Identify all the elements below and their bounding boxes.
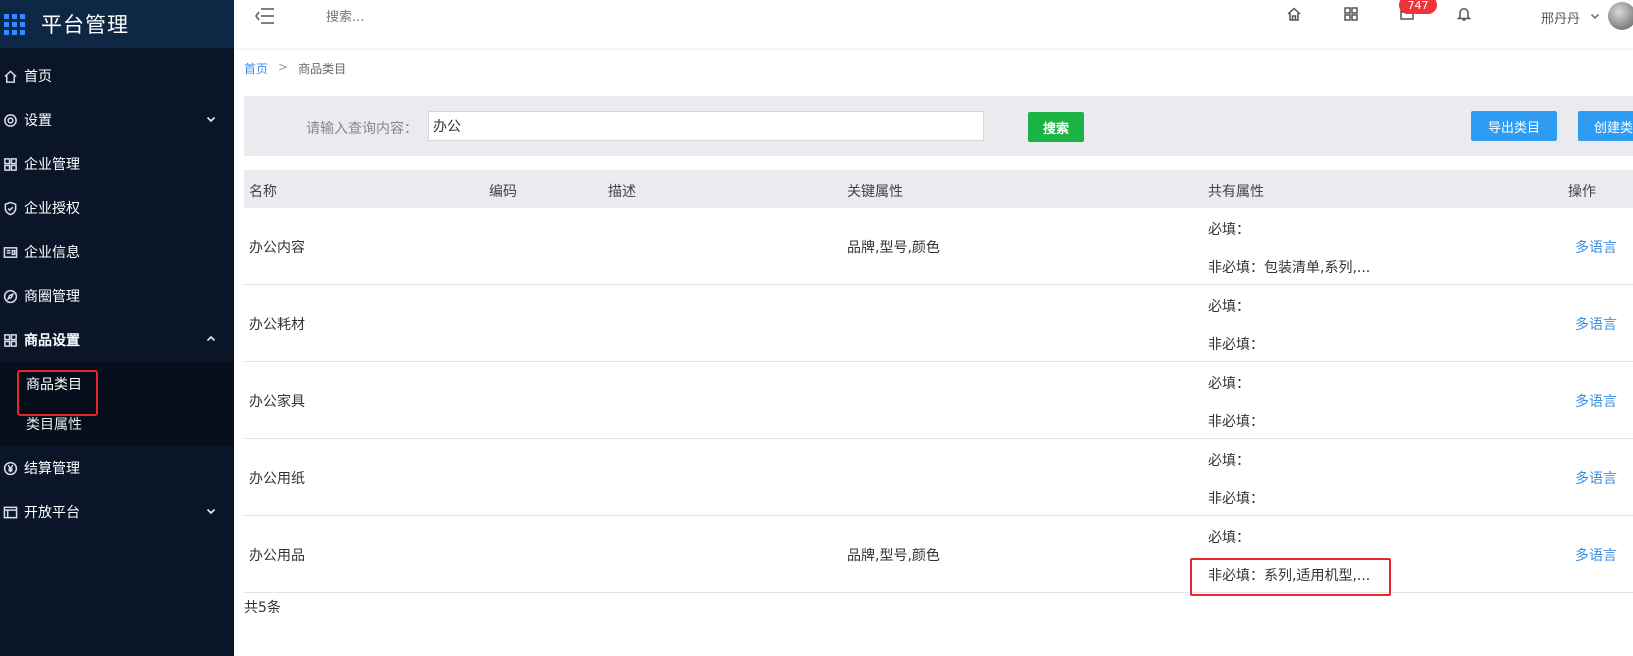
cell-name: 办公家具 xyxy=(249,394,305,410)
query-label: 请输入查询内容： xyxy=(306,121,418,137)
sidebar-item-open-platform[interactable]: 开放平台 xyxy=(0,490,234,534)
home-icon xyxy=(0,69,24,84)
cell-optional-attributes: 非必填： xyxy=(1208,491,1264,507)
category-table: 名称 编码 描述 关键属性 共有属性 操作 办公内容 品牌,型号,颜色 必填： … xyxy=(244,170,1633,593)
table-row: 办公家具 必填： 非必填： 多语言 xyxy=(244,362,1633,439)
cell-required-attributes: 必填： xyxy=(1208,222,1250,238)
chevron-down-icon xyxy=(206,504,216,520)
home-icon[interactable] xyxy=(1286,6,1304,24)
breadcrumb: 首页 > 商品类目 xyxy=(244,60,346,77)
column-header-description: 描述 xyxy=(608,184,636,200)
create-category-button[interactable]: 创建类目 xyxy=(1578,111,1633,141)
search-button[interactable]: 搜索 xyxy=(1028,112,1084,142)
app-title: 平台管理 xyxy=(41,13,129,37)
cell-highlight-box xyxy=(1190,558,1391,596)
table-row: 办公用品 品牌,型号,颜色 必填： 非必填：系列,适用机型,... 多语言 xyxy=(244,516,1633,593)
cell-name: 办公用纸 xyxy=(249,471,305,487)
user-name[interactable]: 邢丹丹 xyxy=(1541,8,1580,27)
sidebar-item-business-circle[interactable]: 商圈管理 xyxy=(0,274,234,318)
export-category-button[interactable]: 导出类目 xyxy=(1471,111,1557,141)
cell-required-attributes: 必填： xyxy=(1208,299,1250,315)
gear-icon xyxy=(0,113,24,128)
app-grid-icon xyxy=(4,13,25,35)
sidebar-item-label: 商品设置 xyxy=(24,333,80,349)
breadcrumb-current: 商品类目 xyxy=(298,62,347,76)
query-input[interactable] xyxy=(428,111,984,141)
table-row: 办公耗材 必填： 非必填： 多语言 xyxy=(244,285,1633,362)
shield-icon xyxy=(0,201,24,216)
multilanguage-link[interactable]: 多语言 xyxy=(1575,237,1617,257)
sidebar-item-settlement[interactable]: 结算管理 xyxy=(0,446,234,490)
breadcrumb-home-link[interactable]: 首页 xyxy=(244,60,268,77)
column-header-actions: 操作 xyxy=(1568,184,1596,200)
column-header-name: 名称 xyxy=(249,184,277,200)
cell-name: 办公耗材 xyxy=(249,317,305,333)
chevron-down-icon[interactable] xyxy=(1590,10,1600,25)
cell-required-attributes: 必填： xyxy=(1208,453,1250,469)
sidebar: 平台管理 首页 设置 企业管理 企业授权 企业信息 商圈管理 商品设置 商品类目… xyxy=(0,0,234,656)
chevron-down-icon xyxy=(206,112,216,128)
total-count: 共5条 xyxy=(244,600,281,616)
sidebar-item-label: 开放平台 xyxy=(24,505,80,521)
panel-icon xyxy=(0,505,24,520)
column-header-key-attributes: 关键属性 xyxy=(847,184,903,200)
id-card-icon xyxy=(0,245,24,260)
column-header-code: 编码 xyxy=(489,184,517,200)
menu-collapse-icon[interactable] xyxy=(254,6,276,26)
sidebar-item-authorization[interactable]: 企业授权 xyxy=(0,186,234,230)
apps-icon[interactable] xyxy=(1343,6,1361,24)
sidebar-item-home[interactable]: 首页 xyxy=(0,54,234,98)
search-panel: 请输入查询内容： 搜索 导出类目 创建类目 xyxy=(244,96,1633,156)
cell-required-attributes: 必填： xyxy=(1208,376,1250,392)
multilanguage-link[interactable]: 多语言 xyxy=(1575,314,1617,334)
bell-icon[interactable] xyxy=(1456,6,1474,24)
sidebar-logo: 平台管理 xyxy=(0,0,234,48)
grid-icon xyxy=(0,333,24,348)
submenu-highlight-box xyxy=(17,370,98,416)
chevron-up-icon xyxy=(206,332,216,348)
search-input[interactable] xyxy=(326,8,526,26)
multilanguage-link[interactable]: 多语言 xyxy=(1575,545,1617,565)
enterprise-icon xyxy=(0,157,24,172)
cell-optional-attributes: 非必填： xyxy=(1208,414,1264,430)
multilanguage-link[interactable]: 多语言 xyxy=(1575,468,1617,488)
cell-name: 办公内容 xyxy=(249,240,305,256)
cell-key-attributes: 品牌,型号,颜色 xyxy=(847,548,940,564)
table-row: 办公用纸 必填： 非必填： 多语言 xyxy=(244,439,1633,516)
cell-name: 办公用品 xyxy=(249,548,305,564)
sidebar-item-settings[interactable]: 设置 xyxy=(0,98,234,142)
cell-required-attributes: 必填： xyxy=(1208,530,1250,546)
sidebar-item-label: 企业信息 xyxy=(24,245,80,261)
sidebar-menu: 首页 设置 企业管理 企业授权 企业信息 商圈管理 商品设置 商品类目 类目属性… xyxy=(0,54,234,534)
sidebar-item-label: 企业管理 xyxy=(24,157,80,173)
avatar[interactable] xyxy=(1608,2,1633,30)
table-row: 办公内容 品牌,型号,颜色 必填： 非必填：包装清单,系列,... 多语言 xyxy=(244,208,1633,285)
compass-icon xyxy=(0,289,24,304)
cell-optional-attributes: 非必填： xyxy=(1208,337,1264,353)
table-header: 名称 编码 描述 关键属性 共有属性 操作 xyxy=(244,170,1633,208)
multilanguage-link[interactable]: 多语言 xyxy=(1575,391,1617,411)
notification-badge: 747 xyxy=(1399,0,1437,14)
cell-key-attributes: 品牌,型号,颜色 xyxy=(847,240,940,256)
sidebar-item-product-settings[interactable]: 商品设置 xyxy=(0,318,234,362)
sidebar-item-enterprise[interactable]: 企业管理 xyxy=(0,142,234,186)
sidebar-item-label: 结算管理 xyxy=(24,461,80,477)
sidebar-item-label: 企业授权 xyxy=(24,201,80,217)
yen-icon xyxy=(0,461,24,476)
sidebar-item-label: 商圈管理 xyxy=(24,289,80,305)
column-header-common-attributes: 共有属性 xyxy=(1208,184,1264,200)
sidebar-item-info[interactable]: 企业信息 xyxy=(0,230,234,274)
cell-optional-attributes: 非必填：包装清单,系列,... xyxy=(1208,260,1371,276)
breadcrumb-separator: > xyxy=(278,60,289,74)
sidebar-item-label: 首页 xyxy=(24,69,52,85)
sidebar-item-label: 设置 xyxy=(24,113,52,129)
